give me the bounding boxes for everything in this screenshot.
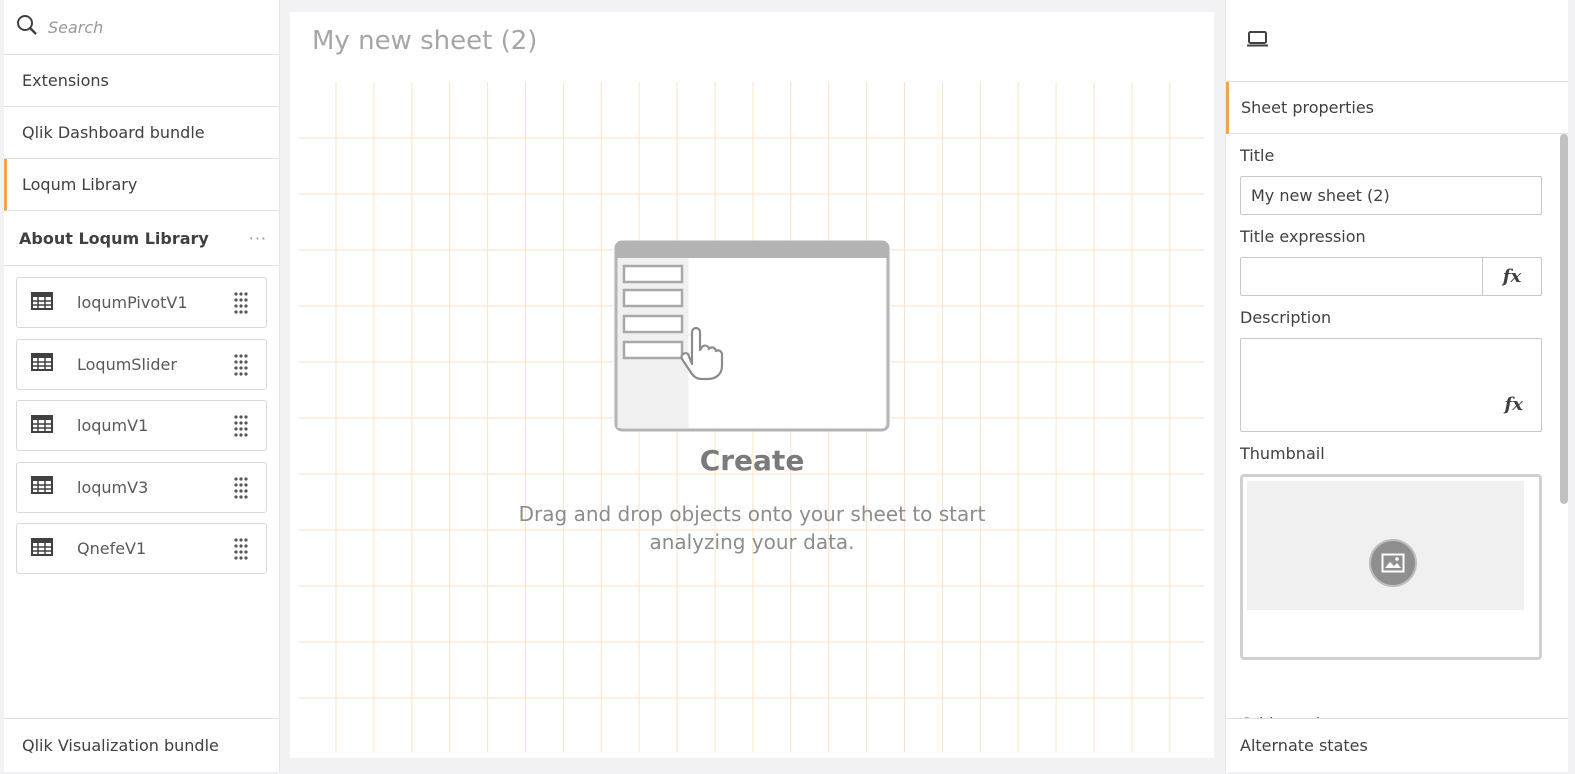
description-textarea[interactable]: fx: [1240, 338, 1542, 432]
more-options-icon[interactable]: ···: [249, 229, 267, 248]
thumbnail-picker[interactable]: [1240, 474, 1542, 660]
fx-button[interactable]: fx: [1505, 394, 1523, 415]
extension-item[interactable]: QnefeV1: [16, 523, 267, 574]
create-illustration: [614, 240, 890, 438]
create-title: Create: [699, 444, 805, 477]
title-expression-input[interactable]: [1241, 258, 1482, 295]
sheet-icon[interactable]: [1246, 30, 1270, 52]
library-extensions[interactable]: Extensions: [4, 55, 279, 107]
drag-handle-icon[interactable]: [234, 538, 248, 564]
title-expression-label: Title expression: [1240, 227, 1366, 246]
search-bar[interactable]: Search: [4, 0, 279, 55]
title-label: Title: [1240, 146, 1275, 165]
thumbnail-label: Thumbnail: [1240, 444, 1325, 463]
library-about-title: About Loqum Library: [19, 228, 209, 248]
search-input[interactable]: Search: [48, 18, 103, 37]
search-icon: [16, 14, 38, 40]
drag-handle-icon[interactable]: [234, 415, 248, 441]
drag-handle-icon[interactable]: [234, 292, 248, 318]
library-qlik-visualization-bundle[interactable]: Qlik Visualization bundle: [4, 718, 279, 772]
extension-item-label: LoqumSlider: [77, 354, 177, 374]
properties-panel: Sheet properties Title My new sheet (2) …: [1225, 0, 1568, 772]
library-about-header: About Loqum Library ···: [4, 211, 279, 266]
drag-handle-icon[interactable]: [234, 353, 248, 380]
extension-item[interactable]: loqumPivotV1: [16, 277, 267, 328]
app: Search Extensions Qlik Dashboard bundle …: [0, 0, 1575, 774]
extension-item[interactable]: loqumV1: [16, 400, 267, 451]
image-icon: [1369, 539, 1417, 587]
extension-item[interactable]: LoqumSlider: [16, 338, 267, 390]
alternate-states-header[interactable]: Alternate states: [1226, 718, 1568, 772]
drag-handle-icon[interactable]: [234, 476, 248, 503]
table-icon: [31, 291, 53, 314]
create-description: Drag and drop objects onto your sheet to…: [518, 502, 986, 554]
table-icon: [31, 476, 53, 498]
title-input[interactable]: My new sheet (2): [1240, 176, 1542, 215]
properties-toolbar: [1226, 0, 1568, 82]
extension-item[interactable]: loqumV3: [16, 461, 267, 513]
assets-panel: Search Extensions Qlik Dashboard bundle …: [4, 0, 280, 772]
extension-item-label: loqumV1: [77, 416, 149, 435]
library-qlik-dashboard-bundle[interactable]: Qlik Dashboard bundle: [4, 107, 279, 159]
fx-button[interactable]: fx: [1482, 258, 1541, 295]
table-icon: [31, 353, 53, 375]
table-icon: [31, 414, 53, 437]
sheet-canvas[interactable]: My new sheet (2) Create Drag and drop ob…: [290, 12, 1214, 758]
properties-scrollbar[interactable]: [1560, 134, 1568, 504]
table-icon: [31, 537, 53, 560]
extension-item-label: loqumPivotV1: [77, 293, 188, 312]
title-expression-field: fx: [1240, 257, 1542, 296]
extension-list: loqumPivotV1 LoqumSlider loqumV1 loqumV3: [4, 266, 279, 574]
description-label: Description: [1240, 308, 1332, 327]
sheet-properties-header[interactable]: Sheet properties: [1226, 82, 1568, 134]
extension-item-label: QnefeV1: [77, 539, 147, 558]
extension-item-label: loqumV3: [77, 477, 149, 497]
sheet-title[interactable]: My new sheet (2): [312, 26, 537, 56]
sheet-properties-form: Title My new sheet (2) Title expression …: [1226, 146, 1568, 660]
library-loqum-library[interactable]: Loqum Library: [4, 159, 279, 211]
